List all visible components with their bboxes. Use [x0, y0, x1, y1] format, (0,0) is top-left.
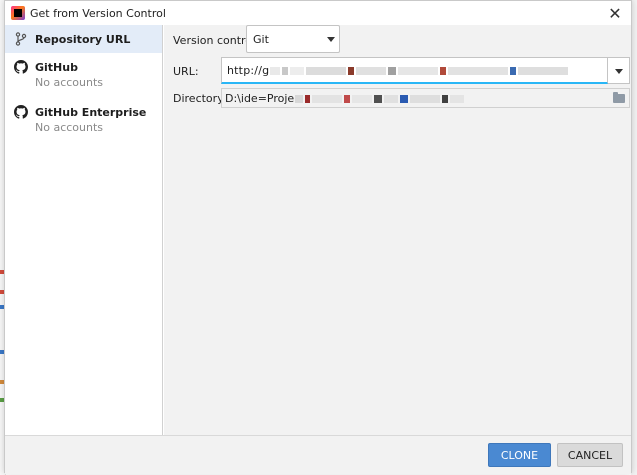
branch-icon: [15, 32, 27, 46]
sidebar-item-repository-url[interactable]: Repository URL: [5, 25, 162, 53]
folder-icon[interactable]: [613, 92, 625, 103]
sidebar-item-sublabel: No accounts: [35, 121, 104, 134]
repository-form: Version control: Git URL: http://g Direc…: [164, 25, 631, 435]
sidebar-item-github[interactable]: GitHub No accounts: [5, 53, 162, 98]
sidebar-item-sublabel: No accounts: [35, 76, 104, 89]
dialog-title: Get from Version Control: [30, 7, 166, 20]
intellij-logo-icon: [11, 6, 25, 20]
dialog-footer: CLONE CANCEL: [5, 435, 631, 474]
version-control-value: Git: [253, 33, 269, 46]
url-value: http://g: [227, 64, 597, 77]
directory-label: Directory:: [173, 92, 227, 105]
chevron-down-icon: [327, 37, 335, 42]
chevron-down-icon: [615, 69, 623, 74]
get-from-vcs-dialog: Get from Version Control ✕ Repository UR…: [4, 0, 632, 474]
source-sidebar: Repository URL GitHub No accounts GitHub…: [5, 25, 163, 435]
directory-value: D:\ide=Proje: [225, 92, 605, 105]
directory-input[interactable]: D:\ide=Proje: [221, 88, 630, 108]
url-input[interactable]: http://g: [221, 57, 608, 84]
cancel-button[interactable]: CANCEL: [557, 443, 623, 467]
sidebar-item-label: Repository URL: [35, 33, 131, 46]
github-icon: [14, 60, 28, 74]
close-button[interactable]: ✕: [605, 3, 625, 23]
github-icon: [14, 105, 28, 119]
sidebar-item-label: GitHub: [35, 61, 78, 74]
sidebar-item-label: GitHub Enterprise: [35, 106, 147, 119]
sidebar-item-github-enterprise[interactable]: GitHub Enterprise No accounts: [5, 98, 162, 143]
title-bar: Get from Version Control ✕: [5, 1, 631, 25]
version-control-select[interactable]: Git: [246, 25, 340, 53]
clone-button[interactable]: CLONE: [488, 443, 551, 467]
url-history-dropdown[interactable]: [608, 57, 630, 84]
url-label: URL:: [173, 65, 199, 78]
